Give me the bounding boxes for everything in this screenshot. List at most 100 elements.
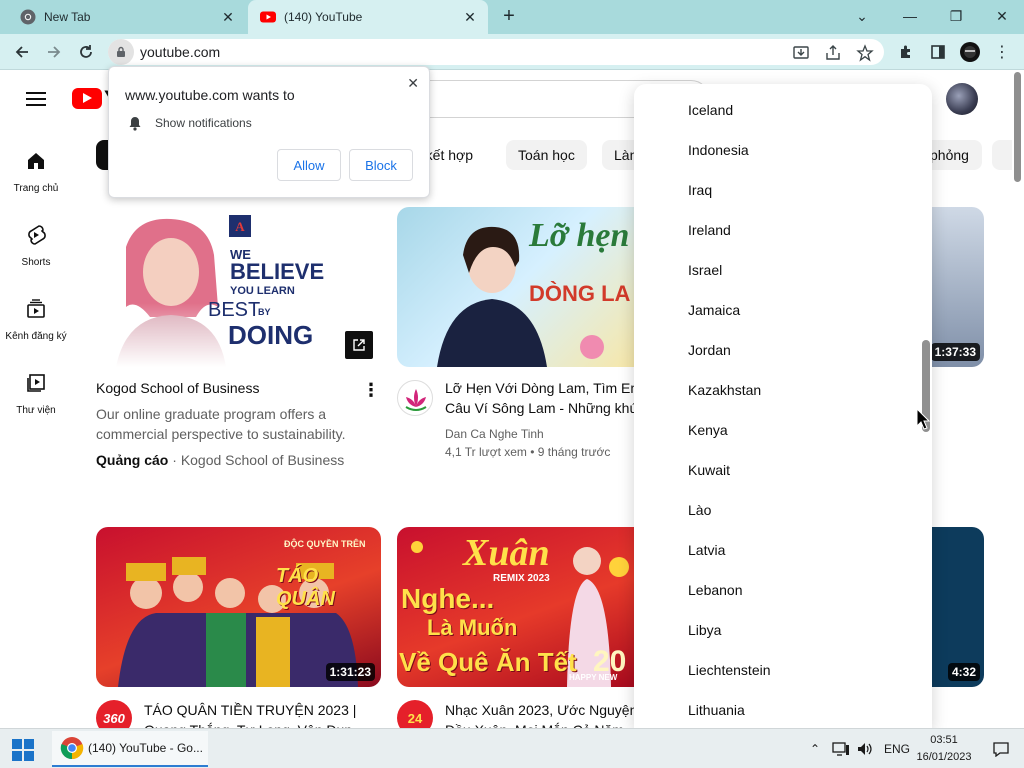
video-title[interactable]: Câu Ví Sông Lam - Những khú <box>445 398 635 418</box>
country-option[interactable]: Israel <box>634 250 924 290</box>
thumb-text: DOING <box>228 320 314 350</box>
thumb-text: BEST <box>208 299 261 321</box>
kebab-menu-icon[interactable]: ⋮ <box>990 40 1014 64</box>
ad-separator: · <box>172 452 177 468</box>
sidebar-item-library[interactable]: Thư viện <box>0 372 72 416</box>
more-options-icon[interactable]: ⋮ <box>362 380 380 400</box>
restore-icon[interactable]: ❐ <box>942 4 970 28</box>
page-scrollbar[interactable] <box>1012 70 1024 728</box>
country-option[interactable]: Kazakhstan <box>634 370 924 410</box>
forward-icon[interactable] <box>42 40 66 64</box>
chip[interactable]: Toán học <box>506 140 587 170</box>
svg-text:A: A <box>235 219 245 234</box>
volume-icon[interactable] <box>856 739 874 759</box>
mouse-cursor-icon <box>916 408 930 430</box>
avatar[interactable] <box>946 83 978 115</box>
extensions-icon[interactable] <box>894 40 918 64</box>
hamburger-menu-icon[interactable] <box>26 92 46 106</box>
chip[interactable] <box>992 140 1012 170</box>
country-dropdown[interactable]: Iceland Indonesia Iraq Ireland Israel Jamaica… <box>634 84 932 728</box>
side-panel-icon[interactable] <box>926 40 950 64</box>
country-option[interactable]: Kenya <box>634 410 924 450</box>
prompt-title: www.youtube.com wants to <box>125 87 295 103</box>
country-option[interactable]: Indonesia <box>634 130 924 170</box>
tab-new-tab[interactable]: New Tab ✕ <box>8 0 246 34</box>
video-thumbnail[interactable]: Xuân REMIX 2023 Nghe... Là Muốn Về Quê Ă… <box>397 527 637 687</box>
channel-avatar[interactable] <box>397 380 433 416</box>
country-option[interactable]: Liechtenstein <box>634 650 924 690</box>
country-option[interactable]: Lebanon <box>634 570 924 610</box>
language-indicator[interactable]: ENG <box>884 739 910 759</box>
ad-footer: Quảng cáo · Kogod School of Business <box>96 452 344 468</box>
video-thumbnail[interactable]: A WE BELIEVE YOU LEARN BEST BY DOING <box>96 207 381 367</box>
country-option[interactable]: Libya <box>634 610 924 650</box>
bell-icon <box>129 117 141 131</box>
close-icon[interactable]: ✕ <box>407 75 419 92</box>
profile-avatar[interactable] <box>958 40 982 64</box>
tab-youtube[interactable]: (140) YouTube ✕ <box>248 0 488 34</box>
reload-icon[interactable] <box>74 40 98 64</box>
thumb-text: BY <box>258 307 271 317</box>
taskbar-chrome-window[interactable]: (140) YouTube - Go... <box>52 731 208 767</box>
channel-avatar[interactable]: 24 <box>397 700 433 728</box>
video-title[interactable]: Nhạc Xuân 2023, Ước Nguyện <box>445 700 635 720</box>
chevron-up-icon[interactable]: ⌃ <box>810 739 820 759</box>
duration-badge: 1:37:33 <box>932 343 980 361</box>
lock-icon[interactable] <box>108 39 134 65</box>
block-button[interactable]: Block <box>349 149 413 181</box>
channel-name[interactable]: Dan Ca Nghe Tinh <box>445 427 544 441</box>
sidebar-item-subscriptions[interactable]: Kênh đăng ký <box>0 298 72 342</box>
video-thumbnail[interactable]: 1:37:33 <box>932 207 984 367</box>
scrollbar-thumb[interactable] <box>1014 72 1021 182</box>
close-icon[interactable]: ✕ <box>460 7 480 27</box>
video-title[interactable]: Đầu Xuân, Mọi Mắn Cả Năm <box>445 720 635 728</box>
allow-button[interactable]: Allow <box>277 149 341 181</box>
close-icon[interactable]: ✕ <box>218 7 238 27</box>
youtube-icon <box>260 11 276 23</box>
system-clock[interactable]: 03:51 16/01/2023 <box>912 732 976 766</box>
sidebar-item-home[interactable]: Trang chủ <box>0 150 72 194</box>
country-option[interactable]: Lithuania <box>634 690 924 728</box>
video-thumbnail[interactable]: 4:32 <box>932 527 984 687</box>
new-tab-button[interactable]: + <box>498 6 520 28</box>
country-list: Iceland Indonesia Iraq Ireland Israel Jamaica… <box>634 90 924 728</box>
advertiser-name[interactable]: Kogod School of Business <box>181 452 344 468</box>
channel-avatar[interactable]: 360 <box>96 700 132 728</box>
external-link-icon[interactable] <box>345 331 373 359</box>
country-option[interactable]: Kuwait <box>634 450 924 490</box>
windows-start-icon[interactable] <box>12 739 34 761</box>
video-thumbnail[interactable]: ĐỘC QUYỀN TRÊN TÁO QUÂN 1:31:23 <box>96 527 381 687</box>
thumb-text: Xuân <box>463 532 550 574</box>
share-icon[interactable] <box>824 44 842 62</box>
country-option[interactable]: Iraq <box>634 170 924 210</box>
video-title[interactable]: TÁO QUÂN TIỀN TRUYỆN 2023 | <box>144 700 374 720</box>
country-option[interactable]: Iceland <box>634 90 924 130</box>
country-option[interactable]: Latvia <box>634 530 924 570</box>
back-icon[interactable] <box>10 40 34 64</box>
address-bar[interactable]: youtube.com <box>108 39 884 65</box>
shorts-icon <box>28 225 46 245</box>
video-title[interactable]: Lỡ Hẹn Với Dòng Lam, Tìm Em <box>445 378 635 398</box>
youtube-logo-icon[interactable] <box>72 88 102 109</box>
home-icon <box>28 153 44 169</box>
country-option[interactable]: Ireland <box>634 210 924 250</box>
sidebar-item-shorts[interactable]: Shorts <box>0 224 72 268</box>
notifications-icon[interactable] <box>992 739 1010 759</box>
chip[interactable]: phỏng <box>930 140 982 170</box>
thumb-text: ĐỘC QUYỀN TRÊN <box>284 539 366 549</box>
video-title[interactable]: Quang Thắng, Tự Long, Vân Dun <box>144 720 374 728</box>
country-option[interactable]: Lào <box>634 490 924 530</box>
duration-badge: 4:32 <box>947 663 980 681</box>
country-option[interactable]: Jamaica <box>634 290 924 330</box>
minimize-icon[interactable]: — <box>896 4 924 28</box>
url-text: youtube.com <box>140 44 221 60</box>
install-app-icon[interactable] <box>792 44 810 62</box>
ad-title[interactable]: Kogod School of Business <box>96 378 356 398</box>
country-option[interactable]: Jordan <box>634 330 924 370</box>
tab-search-chevron-icon[interactable]: ⌄ <box>848 4 876 28</box>
bookmark-star-icon[interactable] <box>856 44 874 62</box>
network-icon[interactable] <box>832 739 850 759</box>
video-thumbnail[interactable]: Lỡ hẹn DÒNG LA <box>397 207 637 367</box>
window-close-icon[interactable]: ✕ <box>988 4 1016 28</box>
chip[interactable]: Làn <box>602 140 636 170</box>
